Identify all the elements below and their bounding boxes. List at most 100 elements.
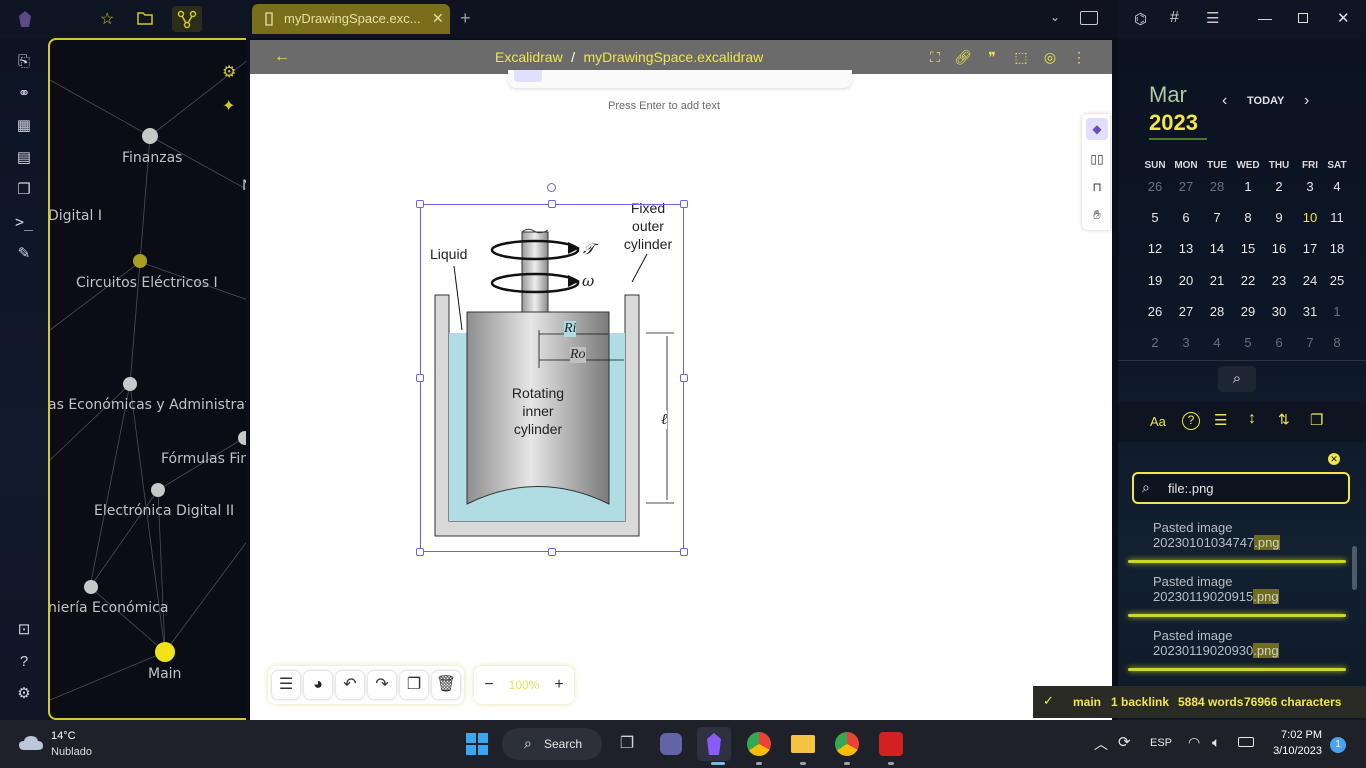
calendar-day[interactable]: 8 [1323,335,1351,350]
switcher-icon[interactable]: ⎘ [14,52,34,72]
calendar-day[interactable]: 7 [1296,335,1324,350]
shape-toolbar[interactable] [508,70,852,88]
chevron-down-icon[interactable]: ⌄ [1050,10,1060,24]
backlink-count[interactable]: 1 backlink [1111,695,1169,709]
magic-wand-icon[interactable]: ✦ [222,96,235,116]
calendar-day[interactable]: 27 [1172,304,1200,319]
calendar-day[interactable]: 28 [1203,304,1231,319]
terminal-icon[interactable]: >_ [14,212,34,232]
clock-time[interactable]: 7:02 PM [1268,729,1322,741]
close-tab-icon[interactable]: ✕ [432,10,444,27]
breadcrumb-root[interactable]: Excalidraw [495,49,563,65]
calendar-day[interactable]: 4 [1203,335,1231,350]
calendar-icon[interactable]: ▤ [14,148,34,168]
calendar-day[interactable]: 31 [1296,304,1324,319]
calendar-day[interactable]: 7 [1203,210,1231,225]
resize-handle[interactable] [416,374,424,382]
graph-view[interactable]: ⚙ ✦ Finanzas Digital I Circuitos Eléctri… [48,38,246,720]
calendar-day[interactable]: 10 [1296,210,1324,225]
graph-node[interactable] [151,483,165,497]
calendar-day[interactable]: 26 [1141,304,1169,319]
search-toggle-icon[interactable]: ⌕ [1218,366,1256,392]
calendar-day[interactable]: 5 [1234,335,1262,350]
zoom-level[interactable]: 100% [502,674,546,696]
calendar-day[interactable]: 5 [1141,210,1169,225]
grid-icon[interactable]: ▦ [14,116,34,136]
calendar-day[interactable]: 4 [1323,179,1351,194]
calendar-day[interactable]: 30 [1265,304,1293,319]
git-branch[interactable]: main [1073,695,1101,709]
resize-handle[interactable] [548,548,556,556]
calendar-day[interactable]: 6 [1172,210,1200,225]
calendar-day[interactable]: 15 [1234,241,1262,256]
undo-icon[interactable]: ↶ [336,671,364,699]
clock-date[interactable]: 3/10/2023 [1262,745,1322,757]
today-button[interactable]: TODAY [1247,95,1284,107]
resize-handle[interactable] [416,200,424,208]
calendar-day[interactable]: 8 [1234,210,1262,225]
maximize-button[interactable] [1298,13,1308,23]
graph-node[interactable] [142,128,158,144]
sidebar-toggle-icon[interactable] [1080,11,1098,25]
calendar-day[interactable]: 1 [1234,179,1262,194]
sync-icon[interactable]: ⟳ [1118,733,1131,751]
hash-icon[interactable]: # [1170,9,1179,27]
markdown-icon[interactable]: ❞ [983,48,1001,66]
calendar-day[interactable]: 12 [1141,241,1169,256]
cloud-icon[interactable] [18,734,44,752]
rotate-handle[interactable] [547,183,556,192]
target-icon[interactable]: ◎ [1041,48,1059,66]
calendar-day[interactable]: 6 [1265,335,1293,350]
wifi-icon[interactable]: ◠ [1188,734,1200,751]
breadcrumb-file[interactable]: myDrawingSpace.excalidraw [584,49,764,65]
calendar-day[interactable]: 28 [1203,179,1231,194]
acrobat-icon[interactable] [874,727,908,761]
battery-icon[interactable] [1238,737,1254,747]
sort-icon[interactable]: ⇅ [1278,411,1290,428]
duplicate-icon[interactable]: ❐ [400,671,428,699]
calendar-day[interactable]: 18 [1323,241,1351,256]
teams-icon[interactable] [654,727,688,761]
notification-badge[interactable]: 1 [1330,737,1346,753]
help-circle-icon[interactable]: ? [1182,412,1200,430]
close-window-button[interactable]: ✕ [1337,9,1350,27]
fullscreen-icon[interactable]: ⛶ [926,48,944,66]
calendar-day[interactable]: 21 [1203,273,1231,288]
unlock-icon[interactable]: ⊓ [1086,176,1108,198]
minimize-button[interactable]: — [1258,10,1272,26]
calendar-day[interactable]: 3 [1172,335,1200,350]
calendar-day[interactable]: 1 [1323,304,1351,319]
calendar-day[interactable]: 20 [1172,273,1200,288]
graph-node[interactable] [133,254,147,268]
match-case-icon[interactable]: Aa [1150,414,1166,429]
back-arrow-icon[interactable]: ← [274,48,290,66]
resize-handle[interactable] [680,200,688,208]
search-input[interactable]: ⌕ file:.png [1132,472,1350,504]
settings-icon[interactable]: ⚙ [14,684,34,704]
chrome-icon[interactable] [830,727,864,761]
calendar-day[interactable]: 13 [1172,241,1200,256]
star-icon[interactable]: ☆ [100,9,114,29]
calendar-day[interactable]: 23 [1265,273,1293,288]
hand-icon[interactable]: ✋︎ [1086,204,1108,226]
calendar-day[interactable]: 25 [1323,273,1351,288]
excalidraw-canvas[interactable]: Press Enter to add text Liquid Fixed out… [250,70,1112,720]
weather-temp[interactable]: 14°C [51,730,76,742]
resize-handle[interactable] [416,548,424,556]
calendar-day[interactable]: 9 [1265,210,1293,225]
copy-results-icon[interactable]: ❐ [1310,411,1323,429]
tab-mydrawingspace[interactable]: myDrawingSpace.exc... ✕ [252,4,450,34]
calendar-day[interactable]: 27 [1172,179,1200,194]
file-explorer-icon[interactable] [786,727,820,761]
graph-node[interactable] [84,580,98,594]
obsidian-app-icon[interactable] [697,727,731,761]
taskbar-search[interactable]: ⌕ Search [502,728,602,760]
calendar-day[interactable]: 22 [1234,273,1262,288]
calendar-day[interactable]: 29 [1234,304,1262,319]
chevron-up-icon[interactable]: ︿ [1094,734,1108,754]
next-month-icon[interactable]: › [1304,92,1309,110]
calendar-day[interactable]: 24 [1296,273,1324,288]
obsidian-tools-icon[interactable]: ◆ [1086,118,1108,140]
tag-icon[interactable]: ⌬ [1134,10,1147,28]
calendar-day[interactable]: 14 [1203,241,1231,256]
